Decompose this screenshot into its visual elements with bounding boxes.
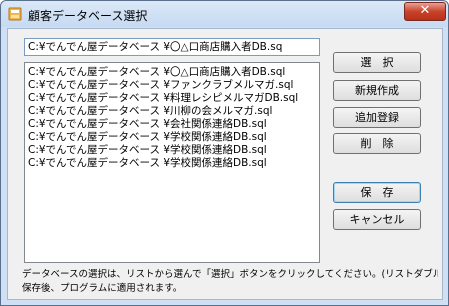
list-item[interactable]: C:¥でんでん屋データベース ¥学校関係連絡DB.sql (25, 131, 319, 144)
window-title: 顧客データベース選択 (28, 9, 148, 23)
list-item[interactable]: C:¥でんでん屋データベース ¥ファンクラブメルマガ.sql (25, 79, 319, 92)
selected-path-field[interactable]: C:¥でんでん屋データベース ¥〇△口商店購入者DB.sq (24, 38, 320, 56)
new-button[interactable]: 新規作成 (333, 80, 421, 101)
save-button[interactable]: 保 存 (333, 182, 421, 203)
add-register-button[interactable]: 追加登録 (333, 107, 421, 128)
delete-button[interactable]: 削 除 (333, 133, 421, 154)
title-bar[interactable]: 顧客データベース選択 ✕ (1, 1, 448, 27)
list-item[interactable]: C:¥でんでん屋データベース ¥学校関係連絡DB.sql (25, 144, 319, 157)
cancel-button[interactable]: キャンセル (333, 209, 421, 230)
list-item[interactable]: C:¥でんでん屋データベース ¥〇△口商店購入者DB.sql (25, 66, 319, 79)
help-text-line1: データベースの選択は、リストから選んで「選択」ボタンをクリックしてください。(リ… (22, 269, 438, 280)
database-list[interactable]: C:¥でんでん屋データベース ¥〇△口商店購入者DB.sql C:¥でんでん屋デー… (24, 62, 320, 263)
list-item[interactable]: C:¥でんでん屋データベース ¥学校関係連絡DB.sql (25, 157, 319, 170)
help-text-line2: 保存後、プログラムに適用されます。 (22, 283, 183, 294)
list-item[interactable]: C:¥でんでん屋データベース ¥料理レシピメルマガDB.sql (25, 92, 319, 105)
database-icon (8, 7, 22, 21)
dialog-body: C:¥でんでん屋データベース ¥〇△口商店購入者DB.sq C:¥でんでん屋デー… (7, 28, 443, 300)
list-item[interactable]: C:¥でんでん屋データベース ¥会社関係連絡DB.sql (25, 118, 319, 131)
dialog-window: 顧客データベース選択 ✕ C:¥でんでん屋データベース ¥〇△口商店購入者DB.… (0, 0, 449, 306)
select-button[interactable]: 選 択 (333, 52, 421, 73)
list-item[interactable]: C:¥でんでん屋データベース ¥川柳の会メルマガ.sql (25, 105, 319, 118)
close-button[interactable]: ✕ (404, 2, 446, 21)
